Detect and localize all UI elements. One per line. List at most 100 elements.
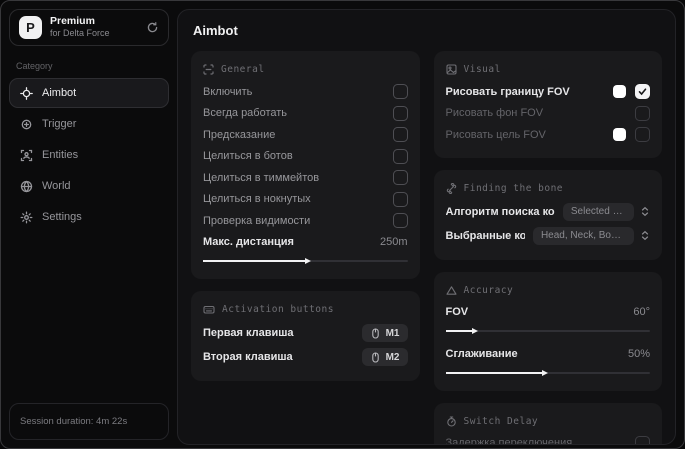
sidebar-item-trigger[interactable]: Trigger (9, 109, 169, 139)
draw-fov-background-label: Рисовать фон FOV (445, 107, 544, 120)
bone-algorithm-select[interactable]: Selected bone (562, 202, 634, 221)
visibility-check-checkbox[interactable] (392, 213, 408, 229)
draw-fov-background-checkbox[interactable] (635, 105, 650, 121)
left-column: General Включить Всегда работать Предска… (191, 51, 420, 444)
first-key-label: Первая клавиша (203, 327, 294, 339)
triangle-icon (445, 285, 457, 296)
panel-columns: General Включить Всегда работать Предска… (191, 51, 662, 444)
refresh-icon[interactable] (146, 21, 159, 34)
setting-label: Предсказание (203, 128, 276, 141)
mouse-icon (370, 327, 381, 339)
general-panel: General Включить Всегда работать Предска… (191, 51, 420, 279)
setting-row-target-bots: Целиться в ботов (203, 146, 408, 168)
smoothing-slider[interactable] (445, 367, 650, 379)
app-logo: P (19, 16, 42, 39)
second-key-button[interactable]: M2 (361, 348, 408, 366)
session-duration: Session duration: 4m 22s (9, 403, 169, 440)
sidebar-item-settings[interactable]: Settings (9, 202, 169, 232)
mouse-icon (370, 351, 381, 363)
setting-label: Проверка видимости (203, 214, 311, 227)
sidebar-item-label: Trigger (42, 118, 77, 130)
fov-label: FOV (445, 306, 469, 319)
unfold-icon[interactable] (640, 206, 650, 217)
fov-row: FOV 60° (446, 302, 651, 324)
image-icon (445, 64, 457, 75)
setting-label: Целиться в тиммейтов (203, 171, 320, 184)
main-content: Aimbot General Включить Всегда работать … (177, 9, 676, 445)
bone-algorithm-label: Алгоритм поиска кост (445, 205, 555, 218)
setting-label: Целиться в нокнутых (203, 193, 311, 206)
controls-group (613, 127, 650, 143)
target-knocked-checkbox[interactable] (392, 191, 408, 207)
app-subtitle: for Delta Force (50, 28, 110, 39)
setting-row-target-teammates: Целиться в тиммейтов (203, 167, 408, 189)
world-icon (20, 180, 33, 193)
second-key-row: Вторая клавиша M2 (203, 345, 408, 369)
sidebar-item-label: World (42, 180, 71, 192)
slider-thumb[interactable] (472, 328, 479, 334)
sidebar-item-aimbot[interactable]: Aimbot (9, 78, 169, 108)
target-bots-checkbox[interactable] (392, 148, 408, 164)
color-swatch[interactable] (613, 85, 626, 99)
draw-fov-target-row: Рисовать цель FOV (445, 124, 650, 146)
smoothing-label: Сглаживание (445, 347, 518, 360)
scan-icon (203, 64, 214, 75)
controls-group (635, 105, 650, 121)
max-distance-label: Макс. дистанция (203, 236, 294, 249)
trigger-icon (20, 118, 33, 131)
timer-icon (446, 415, 457, 427)
panel-title: Finding the bone (463, 182, 564, 194)
general-panel-header: General (203, 64, 408, 75)
selected-bones-select[interactable]: Head, Neck, Body, Pe... (532, 226, 634, 245)
panel-title: Accuracy (463, 284, 514, 296)
sidebar-item-label: Entities (42, 149, 79, 161)
draw-fov-border-row: Рисовать границу FOV (446, 81, 650, 103)
prediction-checkbox[interactable] (392, 127, 408, 143)
app-title: Premium (50, 15, 95, 28)
setting-label: Всегда работать (203, 107, 288, 120)
first-key-row: Первая клавиша M1 (203, 321, 408, 345)
max-distance-value: 250m (379, 236, 408, 249)
category-label: Category (16, 61, 53, 71)
selected-bones-label: Выбранные кос (445, 229, 525, 242)
panel-title: Visual (463, 64, 501, 75)
draw-fov-target-checkbox[interactable] (635, 127, 650, 143)
slider-thumb[interactable] (305, 258, 312, 264)
visual-panel-header: Visual (445, 64, 651, 75)
panel-title: Switch Delay (463, 415, 539, 427)
sidebar-item-world[interactable]: World (9, 171, 169, 201)
smoothing-row: Сглаживание 50% (446, 343, 651, 365)
fov-value: 60° (633, 306, 650, 319)
accuracy-panel-header: Accuracy (445, 284, 651, 296)
switch-delay-panel-header: Switch Delay (446, 416, 651, 427)
smoothing-value: 50% (627, 347, 650, 360)
crosshair-icon (20, 86, 33, 100)
switch-delay-checkbox[interactable] (635, 435, 650, 444)
sidebar: P Premium for Delta Force Category Aimbo… (1, 1, 177, 448)
bone-panel-header: Finding the bone (446, 182, 651, 194)
slider-thumb[interactable] (541, 369, 548, 376)
selected-bones-row: Выбранные кос Head, Neck, Body, Pe... (446, 224, 651, 248)
draw-fov-target-label: Рисовать цель FOV (445, 128, 546, 141)
max-distance-slider[interactable] (203, 255, 408, 267)
always-work-checkbox[interactable] (392, 105, 408, 121)
page-title: Aimbot (193, 23, 238, 38)
unfold-icon[interactable] (640, 230, 650, 241)
keyboard-icon (203, 304, 215, 315)
selected-bones-select-wrap: Head, Neck, Body, Pe... (532, 226, 650, 245)
key-binding-value: M2 (385, 351, 400, 363)
gear-icon (20, 211, 33, 224)
setting-row-visibility-check: Проверка видимости (203, 210, 408, 232)
sidebar-item-entities[interactable]: Entities (9, 140, 169, 170)
draw-fov-border-checkbox[interactable] (635, 84, 650, 100)
premium-text: Premium for Delta Force (50, 15, 110, 39)
setting-row-target-knocked: Целиться в нокнутых (203, 189, 408, 211)
enable-checkbox[interactable] (392, 84, 408, 100)
color-swatch[interactable] (613, 128, 626, 142)
premium-box: P Premium for Delta Force (9, 9, 169, 46)
target-teammates-checkbox[interactable] (392, 170, 408, 186)
sidebar-item-label: Settings (42, 211, 82, 223)
first-key-button[interactable]: M1 (361, 324, 408, 342)
fov-slider[interactable] (445, 325, 650, 337)
setting-row-always-work: Всегда работать (203, 103, 408, 125)
